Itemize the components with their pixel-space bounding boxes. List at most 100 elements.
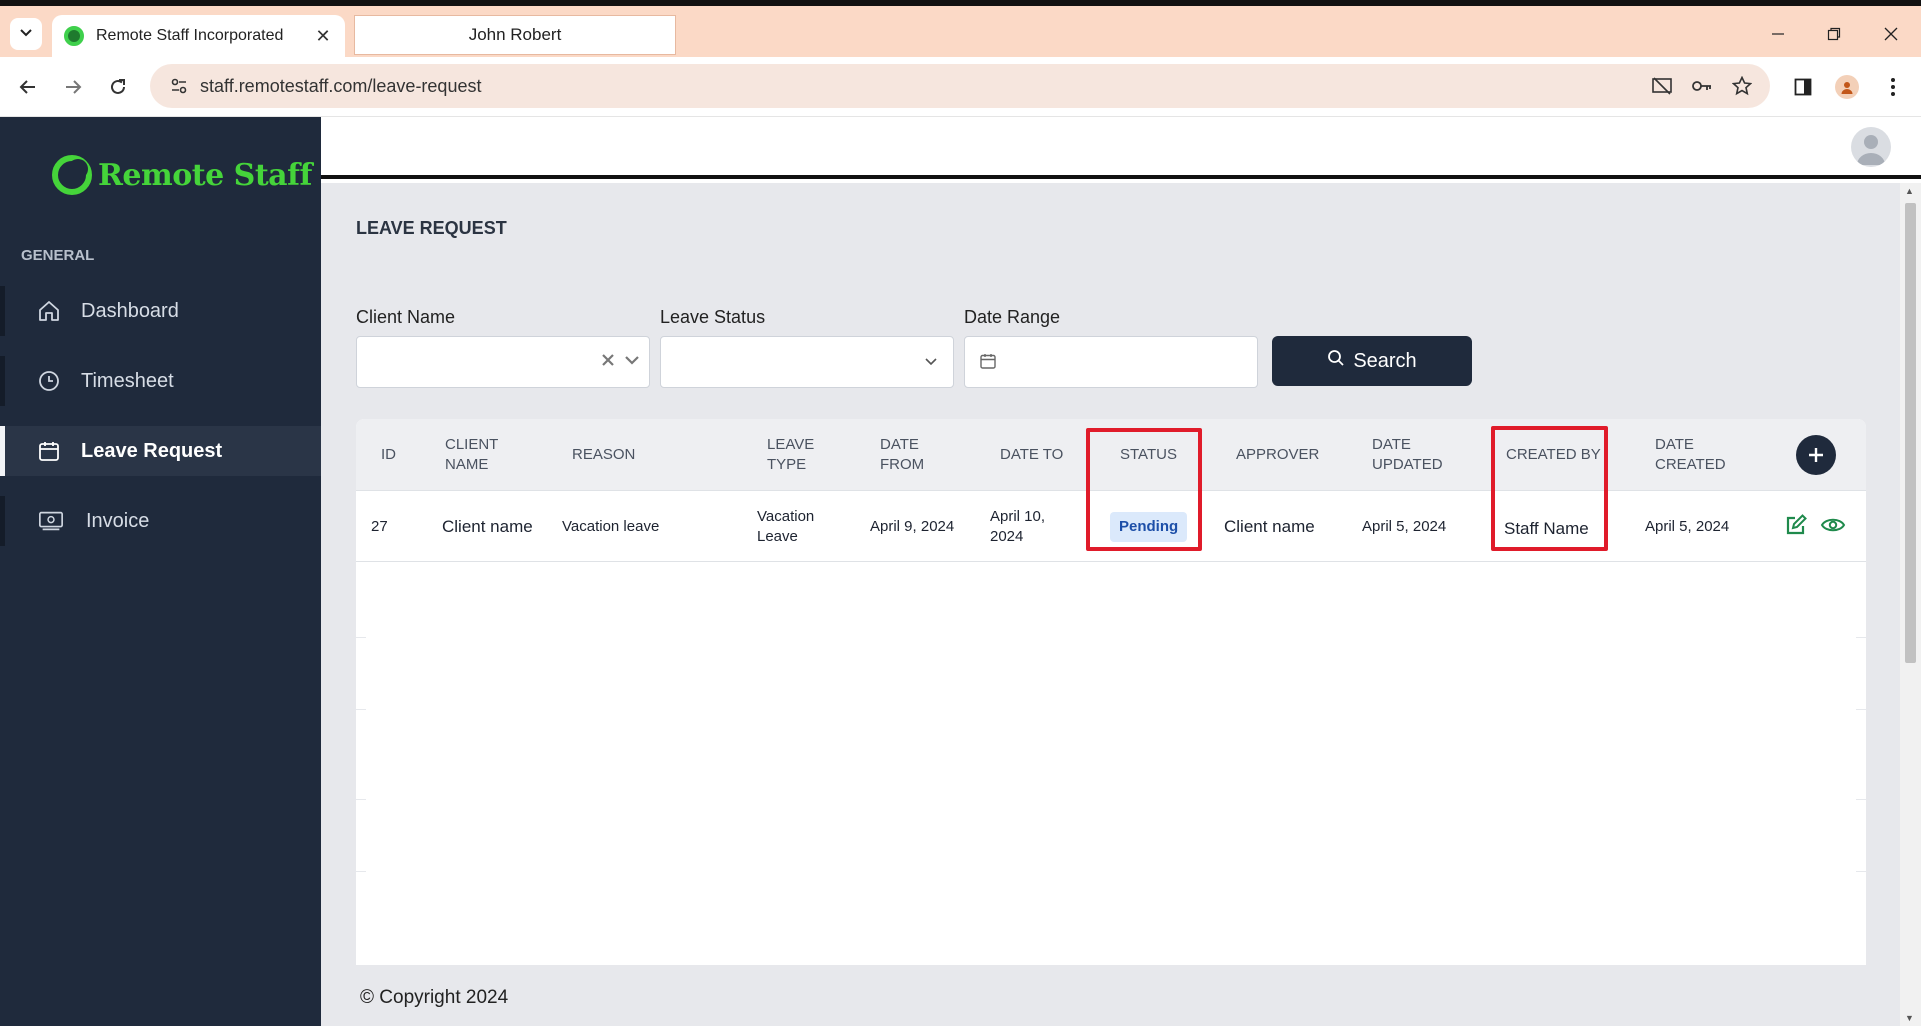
user-icon <box>1857 135 1885 165</box>
search-button-label: Search <box>1353 349 1417 372</box>
calendar-icon <box>979 352 997 375</box>
logo-icon <box>52 155 92 195</box>
scroll-down-icon[interactable]: ▼ <box>1905 1013 1914 1023</box>
date-range-label: Date Range <box>964 307 1061 327</box>
key-icon[interactable] <box>1687 71 1717 101</box>
cell-date-from: April 9, 2024 <box>870 517 955 535</box>
cell-approver: Client name <box>1224 516 1315 536</box>
reload-button[interactable] <box>102 71 134 103</box>
tab-remote-staff[interactable]: Remote Staff Incorporated ✕ <box>52 15 345 57</box>
created-by-column-highlight <box>1491 426 1608 551</box>
table-divider <box>356 637 366 638</box>
sidebar-item-timesheet[interactable]: Timesheet <box>0 356 321 406</box>
cell-date-updated: April 5, 2024 <box>1362 517 1447 535</box>
footer-copyright: © Copyright 2024 <box>360 987 509 1008</box>
table-divider <box>356 799 366 800</box>
sidebar-item-label: Invoice <box>86 509 150 532</box>
more-icon <box>1891 78 1895 96</box>
clear-icon[interactable] <box>601 353 615 372</box>
tab-title: Remote Staff Incorporated <box>96 27 284 44</box>
address-bar[interactable]: staff.remotestaff.com/leave-request <box>150 64 1770 108</box>
close-icon[interactable]: ✕ <box>313 26 333 46</box>
site-info-icon[interactable] <box>164 71 194 101</box>
chevron-down-icon <box>19 25 33 44</box>
sidebar-item-label: Leave Request <box>81 439 223 462</box>
col-header-client-name[interactable]: CLIENT NAME <box>445 419 517 491</box>
edit-icon[interactable] <box>1784 513 1808 542</box>
sidebar-item-invoice[interactable]: Invoice <box>0 496 321 546</box>
col-header-id[interactable]: ID <box>381 419 421 491</box>
sidebar-item-leave-request[interactable]: Leave Request <box>0 426 321 476</box>
sidebar-item-indicator <box>0 356 5 406</box>
status-column-highlight <box>1086 428 1202 551</box>
sidebar-item-label: Dashboard <box>81 299 179 322</box>
sidebar-item-label: Timesheet <box>81 369 174 392</box>
cell-date-to: April 10, 2024 <box>990 507 1046 545</box>
table-divider <box>1856 871 1866 872</box>
cell-id: 27 <box>371 517 388 535</box>
leave-status-label: Leave Status <box>660 307 766 327</box>
profile-icon <box>1835 75 1859 99</box>
chevron-down-icon[interactable] <box>623 351 641 374</box>
scroll-up-icon[interactable]: ▲ <box>1905 186 1914 196</box>
col-header-leave-type[interactable]: LEAVE TYPE <box>767 419 827 491</box>
chevron-down-icon[interactable] <box>923 354 939 375</box>
tab-title: John Robert <box>468 25 562 44</box>
calendar-icon <box>36 438 62 464</box>
table-divider <box>1856 799 1866 800</box>
close-window-button[interactable] <box>1871 18 1911 50</box>
view-icon[interactable] <box>1820 513 1846 542</box>
page-scrollbar[interactable]: ▲ ▼ <box>1900 183 1921 1026</box>
restore-icon <box>1827 27 1841 41</box>
table-divider <box>356 709 366 710</box>
close-icon <box>1884 27 1898 41</box>
brand-logo[interactable]: Remote Staff <box>52 155 312 195</box>
client-name-select[interactable] <box>356 336 650 388</box>
url-text: staff.remotestaff.com/leave-request <box>200 75 482 96</box>
col-header-date-updated[interactable]: DATE UPDATED <box>1372 419 1452 491</box>
home-icon <box>36 298 62 324</box>
forward-icon <box>66 80 82 94</box>
profile-button[interactable] <box>1831 71 1863 103</box>
more-menu-button[interactable] <box>1877 71 1909 103</box>
table-divider <box>356 871 366 872</box>
tab-search-button[interactable] <box>10 18 42 50</box>
plus-icon <box>1809 448 1823 462</box>
table-divider <box>1856 709 1866 710</box>
main-content: LEAVE REQUEST Client Name Leave Status D… <box>321 183 1900 1026</box>
col-header-approver[interactable]: APPROVER <box>1236 419 1336 491</box>
scrollbar-thumb[interactable] <box>1905 203 1916 663</box>
sidebar-item-indicator <box>0 426 5 476</box>
back-button[interactable] <box>12 71 44 103</box>
client-name-label: Client Name <box>356 307 456 327</box>
favicon-icon <box>64 26 84 46</box>
leave-status-select[interactable] <box>660 336 954 388</box>
forward-button[interactable] <box>57 71 89 103</box>
page-title: LEAVE REQUEST <box>356 218 507 238</box>
brand-name: Remote Staff <box>98 157 312 193</box>
cell-reason: Vacation leave <box>562 517 660 535</box>
col-header-date-to[interactable]: DATE TO <box>1000 419 1080 491</box>
star-icon[interactable] <box>1727 71 1757 101</box>
sidebar: Remote Staff GENERAL Dashboard Timesheet… <box>0 117 321 1026</box>
tab-john-robert[interactable]: John Robert <box>354 15 676 55</box>
add-leave-request-button[interactable] <box>1796 435 1836 475</box>
user-avatar[interactable] <box>1851 127 1891 167</box>
cast-off-icon[interactable] <box>1647 71 1677 101</box>
back-icon <box>19 80 35 94</box>
cell-leave-type: Vacation Leave <box>757 507 815 545</box>
cell-client-name: Client name <box>442 516 533 536</box>
col-header-date-from[interactable]: DATE FROM <box>880 419 940 491</box>
row-actions <box>1784 513 1846 542</box>
sidebar-item-dashboard[interactable]: Dashboard <box>0 286 321 336</box>
search-button[interactable]: Search <box>1272 336 1472 386</box>
col-header-date-created[interactable]: DATE CREATED <box>1655 419 1735 491</box>
date-range-input[interactable] <box>964 336 1258 388</box>
reload-icon <box>111 79 125 94</box>
sidebar-section-general: GENERAL <box>21 247 95 264</box>
restore-button[interactable] <box>1814 18 1854 50</box>
col-header-reason[interactable]: REASON <box>572 419 672 491</box>
side-panel-button[interactable] <box>1787 71 1819 103</box>
minimize-button[interactable] <box>1758 18 1798 50</box>
invoice-icon <box>38 508 64 534</box>
